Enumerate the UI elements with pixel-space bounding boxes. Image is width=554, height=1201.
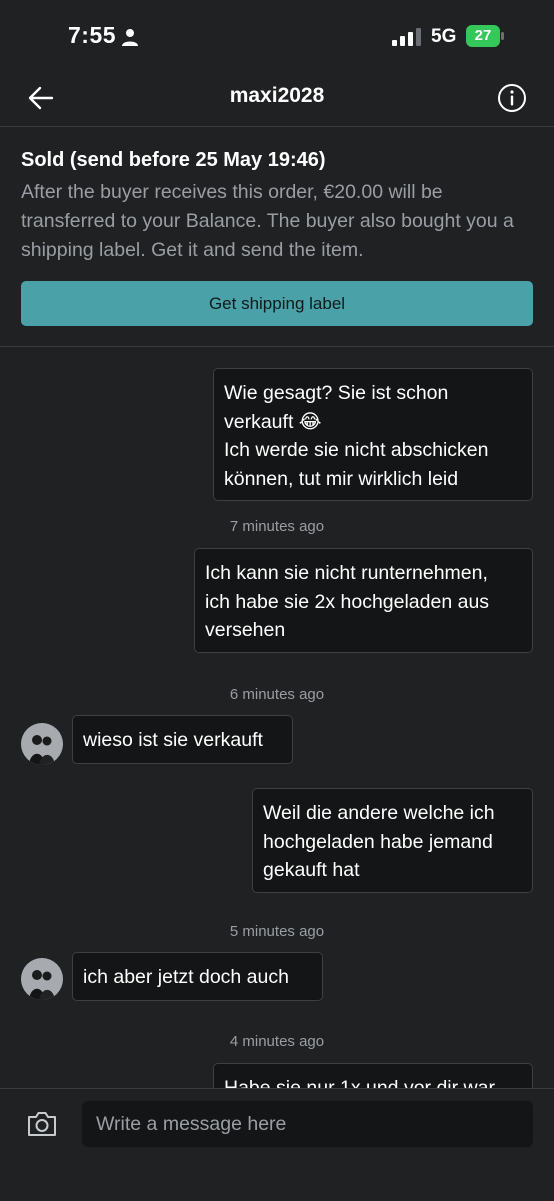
signal-icon <box>392 28 421 46</box>
message-input[interactable] <box>82 1101 533 1147</box>
avatar-photo-icon <box>21 958 63 1000</box>
message-timestamp: 4 minutes ago <box>229 1033 325 1050</box>
chat-header: maxi2028 <box>0 70 554 126</box>
message-sent: Weil die andere welche ich hochgeladen h… <box>252 788 533 893</box>
status-time: 7:55 <box>68 22 117 48</box>
message-timestamp: 6 minutes ago <box>229 686 325 703</box>
message-composer <box>0 1088 554 1201</box>
message-received: wieso ist sie verkauft <box>72 715 293 764</box>
person-icon <box>122 29 138 46</box>
order-status-description: After the buyer receives this order, €20… <box>21 181 514 261</box>
camera-icon[interactable] <box>26 1110 58 1138</box>
avatar-photo-icon <box>21 723 63 765</box>
status-bar: 7:55 5G 27 <box>0 0 554 70</box>
message-sent: Ich kann sie nicht runternehmen, ich hab… <box>194 548 533 653</box>
message-list[interactable]: Wie gesagt? Sie ist schon verkauft 😂 Ich… <box>0 347 554 1088</box>
avatar[interactable] <box>21 958 63 1000</box>
message-timestamp: 7 minutes ago <box>229 518 325 535</box>
battery-level: 27 <box>474 27 492 44</box>
network-label: 5G <box>431 26 457 47</box>
avatar[interactable] <box>21 723 63 765</box>
message-timestamp: 5 minutes ago <box>229 923 325 940</box>
order-status-banner: Sold (send before 25 May 19:46) After th… <box>0 127 554 346</box>
message-sent: Habe sie nur 1x und vor dir war <box>213 1063 533 1088</box>
info-icon[interactable] <box>497 83 527 113</box>
conversation-title: maxi2028 <box>229 84 325 107</box>
get-shipping-label-button[interactable]: Get shipping label <box>21 281 533 326</box>
order-status-title: Sold (send before 25 May 19:46) <box>21 149 326 171</box>
message-sent: Wie gesagt? Sie ist schon verkauft 😂 Ich… <box>213 368 533 501</box>
message-received: ich aber jetzt doch auch <box>72 952 323 1001</box>
